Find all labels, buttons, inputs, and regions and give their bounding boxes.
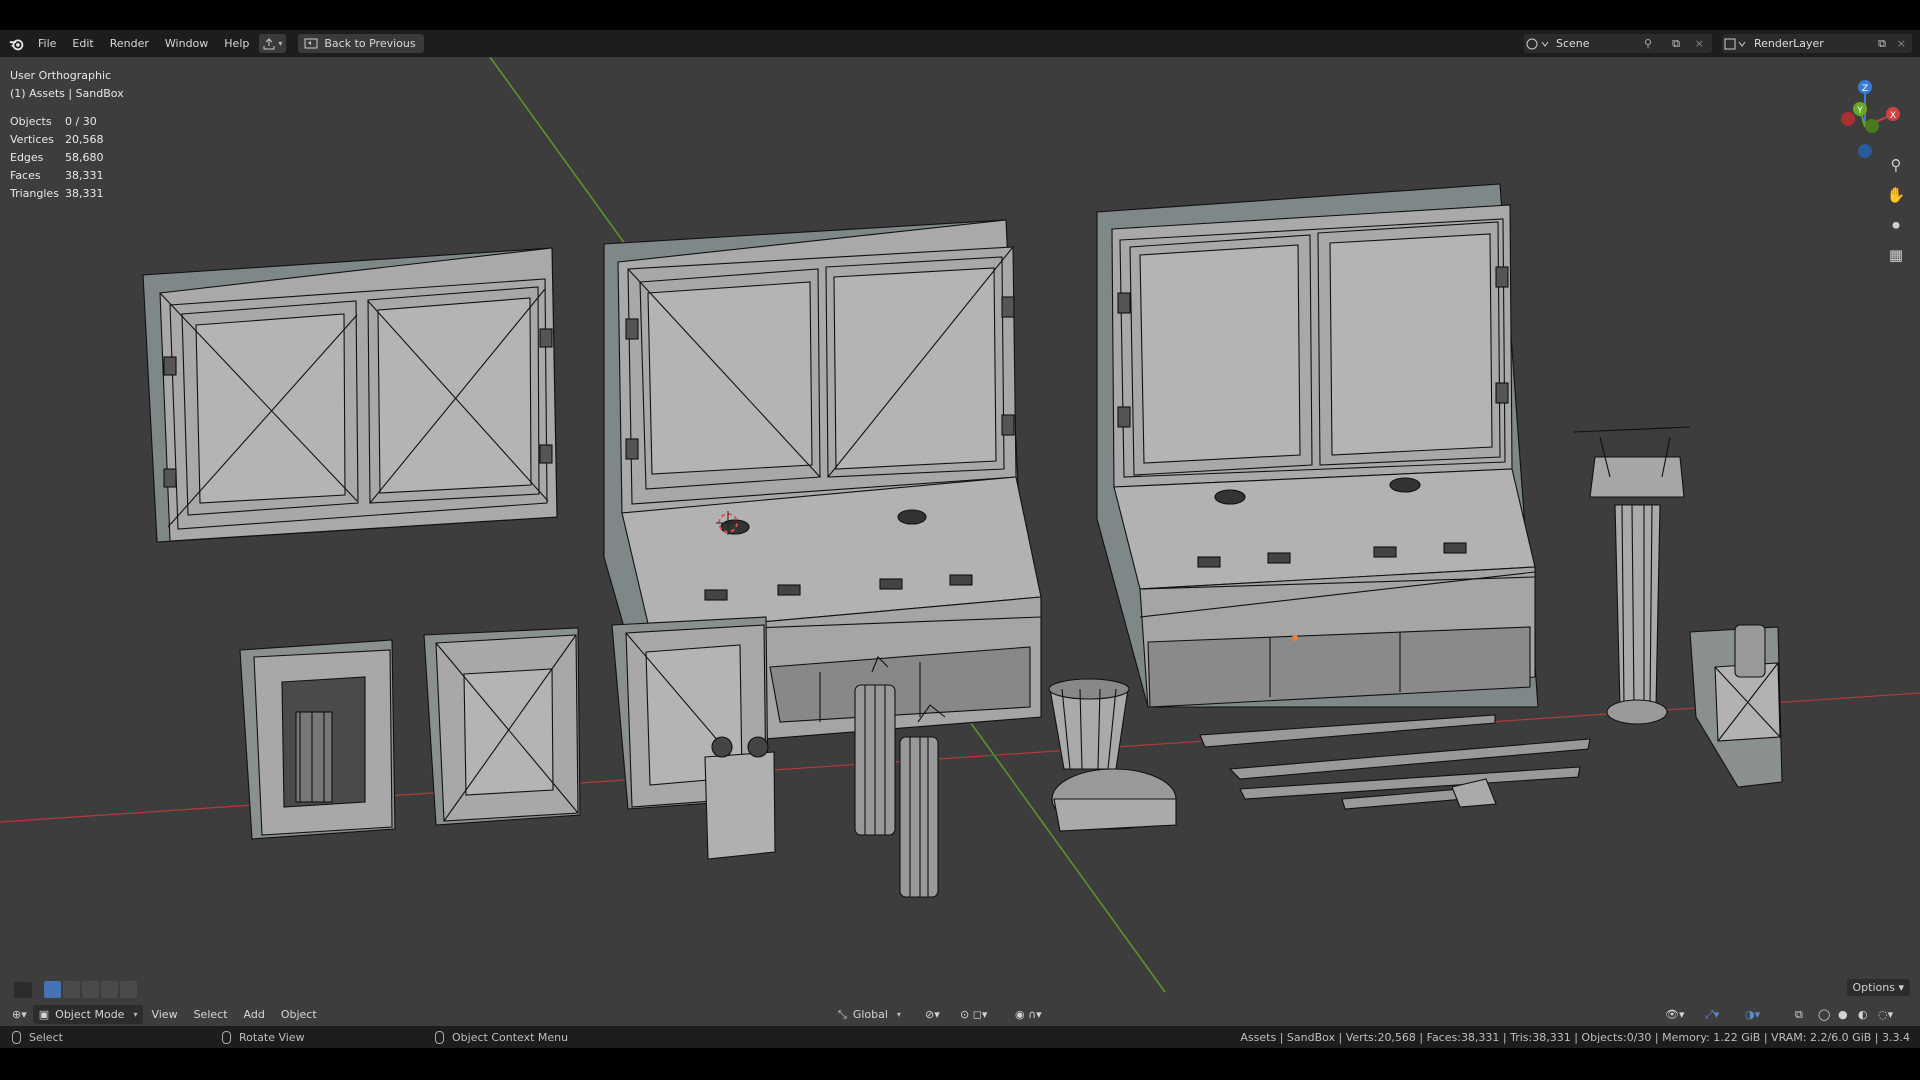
transform-orientation[interactable]: ⤡ Global ▾ bbox=[838, 1008, 901, 1022]
object-origin bbox=[1292, 635, 1298, 641]
view-layer-selector[interactable]: RenderLayer ⧉ × bbox=[1722, 34, 1912, 53]
svg-text:Y: Y bbox=[1856, 106, 1863, 116]
mode-selector[interactable]: ▣ Object Mode ▾ bbox=[32, 1005, 144, 1024]
camera-icon[interactable]: ⏺ bbox=[1884, 213, 1908, 237]
new-layer-icon[interactable]: ⧉ bbox=[1878, 37, 1886, 51]
pin-icon[interactable]: ⚲ bbox=[1644, 37, 1652, 50]
viewport-header: ⊕▾ ▣ Object Mode ▾ View Select Add Objec… bbox=[0, 1003, 1920, 1026]
gizmo-toggle-icon[interactable]: ⤢▾ bbox=[1705, 1008, 1719, 1022]
select-invert-icon[interactable] bbox=[101, 981, 118, 998]
rendered-shading-icon[interactable]: ◌▾ bbox=[1878, 1008, 1893, 1021]
overlay-toggle-icon[interactable]: ◑▾ bbox=[1745, 1008, 1760, 1021]
small-cabinet-1 bbox=[239, 639, 396, 840]
editor-type-icon[interactable]: ⊕▾ bbox=[12, 1008, 27, 1021]
stat-row: Vertices 20,568 bbox=[10, 133, 104, 146]
menu-window[interactable]: Window bbox=[157, 30, 216, 57]
tool-row bbox=[0, 978, 1920, 1002]
status-bar: Select Rotate View Object Context Menu A… bbox=[0, 1026, 1920, 1048]
select-tool-icon[interactable] bbox=[14, 982, 32, 998]
proportional-edit-icon[interactable]: ◉ ∩▾ bbox=[1015, 1008, 1042, 1021]
select-new-icon[interactable] bbox=[44, 981, 61, 998]
xray-icon[interactable]: ⧉ bbox=[1795, 1008, 1803, 1022]
menu-select[interactable]: Select bbox=[186, 1008, 236, 1021]
zoom-icon[interactable]: ⚲ bbox=[1884, 153, 1908, 177]
object-mode-icon: ▣ bbox=[38, 1008, 50, 1021]
export-icon bbox=[263, 37, 275, 49]
stat-row: Triangles 38,331 bbox=[10, 187, 104, 200]
close-icon[interactable]: × bbox=[1897, 37, 1906, 50]
select-extend-icon[interactable] bbox=[63, 981, 80, 998]
collection-name: (1) Assets | SandBox bbox=[10, 87, 124, 100]
render-layer-name[interactable]: RenderLayer bbox=[1748, 37, 1824, 50]
status-middle-click: Rotate View bbox=[222, 1030, 305, 1044]
grid-toggle-icon[interactable]: ▦ bbox=[1884, 243, 1908, 267]
fire-tools bbox=[1199, 714, 1591, 810]
neg-z-handle bbox=[1858, 144, 1872, 158]
mode-label: Object Mode bbox=[55, 1008, 125, 1021]
back-button-label: Back to Previous bbox=[324, 37, 416, 50]
render-layer-icon bbox=[1724, 38, 1746, 49]
scene-canvas[interactable] bbox=[0, 57, 1920, 1026]
select-subtract-icon[interactable] bbox=[82, 981, 99, 998]
pan-hand-icon[interactable]: ✋ bbox=[1884, 183, 1908, 207]
screen-back-icon bbox=[304, 38, 318, 48]
selection-modes bbox=[44, 981, 137, 998]
svg-text:Z: Z bbox=[1862, 84, 1868, 94]
scene-info: Assets | SandBox | Verts:20,568 | Faces:… bbox=[1240, 1030, 1910, 1044]
menu-render[interactable]: Render bbox=[102, 30, 157, 57]
scene-name[interactable]: Scene bbox=[1550, 37, 1590, 50]
view-name: User Orthographic bbox=[10, 69, 112, 82]
neg-x-handle bbox=[1841, 112, 1855, 126]
mouse-right-icon bbox=[435, 1030, 444, 1044]
top-menu-bar: File Edit Render Window Help ▾ Back to P… bbox=[0, 30, 1920, 57]
scene-icon bbox=[1526, 38, 1549, 49]
close-icon[interactable]: × bbox=[1695, 37, 1704, 50]
stat-row: Edges 58,680 bbox=[10, 151, 104, 164]
wireframe-shading-icon[interactable]: ◯ bbox=[1818, 1008, 1830, 1021]
export-dropdown[interactable]: ▾ bbox=[259, 34, 287, 53]
menu-view[interactable]: View bbox=[143, 1008, 185, 1021]
chevron-down-icon: ▾ bbox=[896, 1010, 901, 1019]
status-right-click: Object Context Menu bbox=[435, 1030, 568, 1044]
menu-object[interactable]: Object bbox=[273, 1008, 325, 1021]
small-cabinet-3 bbox=[611, 616, 776, 860]
chevron-down-icon: ▾ bbox=[278, 39, 283, 48]
wall-cabinet-1 bbox=[142, 247, 558, 543]
stat-row: Objects 0 / 30 bbox=[10, 115, 97, 128]
neg-y-handle bbox=[1865, 119, 1879, 133]
select-intersect-icon[interactable] bbox=[120, 981, 137, 998]
fire-cabinet-3 bbox=[1096, 183, 1539, 708]
back-to-previous-button[interactable]: Back to Previous bbox=[298, 34, 424, 53]
fire-hydrant bbox=[1573, 426, 1691, 725]
material-shading-icon[interactable]: ◐ bbox=[1858, 1008, 1868, 1021]
menu-add[interactable]: Add bbox=[236, 1008, 273, 1021]
orientation-icon: ⤡ bbox=[838, 1007, 847, 1021]
visibility-icon[interactable]: 👁▾ bbox=[1665, 1008, 1685, 1021]
chevron-down-icon: ▾ bbox=[133, 1010, 138, 1019]
extinguisher-stand bbox=[1689, 624, 1783, 788]
menu-help[interactable]: Help bbox=[216, 30, 257, 57]
viewport-info: User Orthographic (1) Assets | SandBox bbox=[10, 67, 124, 103]
options-dropdown[interactable]: Options ▾ bbox=[1846, 979, 1910, 996]
menu-file[interactable]: File bbox=[30, 30, 64, 57]
status-left-click: Select bbox=[12, 1030, 63, 1044]
mouse-middle-icon bbox=[222, 1030, 231, 1044]
snap-icon[interactable]: ⊙ ◻▾ bbox=[960, 1008, 987, 1021]
menu-edit[interactable]: Edit bbox=[64, 30, 101, 57]
scene-selector[interactable]: Scene ⚲ ⧉ × bbox=[1524, 34, 1712, 53]
pivot-icon[interactable]: ⊘▾ bbox=[925, 1008, 940, 1021]
mouse-left-icon bbox=[12, 1030, 21, 1044]
small-cabinet-2 bbox=[423, 627, 581, 826]
3d-viewport[interactable]: User Orthographic (1) Assets | SandBox O… bbox=[0, 57, 1920, 1026]
blender-logo-icon[interactable] bbox=[8, 35, 26, 53]
scene-statistics: Objects 0 / 30 Vertices 20,568 Edges 58,680… bbox=[10, 113, 104, 203]
svg-text:X: X bbox=[1890, 111, 1896, 121]
stat-row: Faces 38,331 bbox=[10, 169, 104, 182]
new-scene-icon[interactable]: ⧉ bbox=[1672, 37, 1680, 51]
solid-shading-icon[interactable]: ● bbox=[1838, 1008, 1848, 1021]
